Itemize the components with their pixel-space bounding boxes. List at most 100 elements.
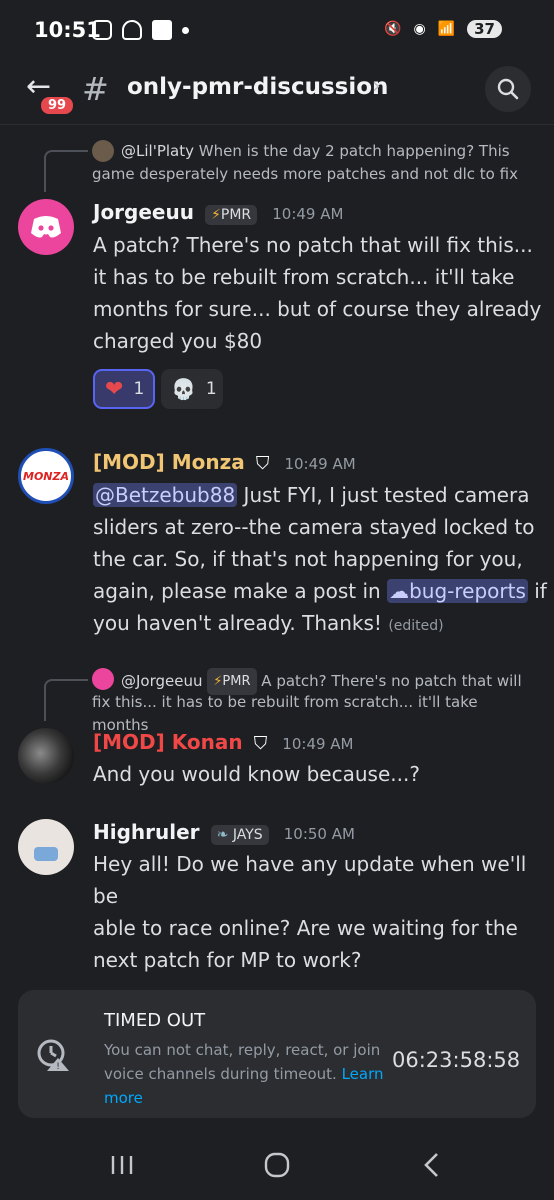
timestamp: 10:50 AM	[283, 825, 355, 843]
server-tag[interactable]: ❧ JAYS	[210, 824, 269, 845]
system-icons: 🔇 ◉ 📶 37	[384, 20, 502, 38]
message-line: the car. So, if that's not happening for…	[93, 547, 523, 571]
snapchat-icon	[122, 20, 142, 40]
timeout-description: You can not chat, reply, react, or join …	[104, 1038, 394, 1110]
timeout-notice: ! TIMED OUT You can not chat, reply, rea…	[18, 990, 536, 1118]
wifi-icon: 📶	[437, 21, 456, 37]
location-icon: ◉	[413, 21, 426, 37]
search-icon	[497, 78, 519, 100]
reply-connector	[44, 150, 88, 192]
channel-hash-icon: #	[82, 70, 109, 108]
back-nav-icon[interactable]	[422, 1152, 440, 1178]
discord-logo-icon	[31, 216, 61, 238]
edited-label: (edited)	[388, 618, 444, 634]
message-body: Hey all! Do we have any update when we'l…	[93, 848, 548, 976]
message-header: [MOD] Monza ⛉ 10:49 AM	[93, 450, 356, 474]
reply-text: A patch? There's no patch that will	[261, 672, 522, 690]
username[interactable]: Highruler	[93, 820, 200, 844]
monza-logo-text: MONZA	[23, 469, 69, 483]
leaf-icon: ❧	[216, 826, 229, 843]
message-header: Jorgeeuu ⚡PMR 10:49 AM	[93, 200, 343, 225]
message-body: And you would know because...?	[93, 758, 543, 790]
battery-indicator: 37	[467, 20, 502, 38]
reply-text-cont: game desperately needs more patches and …	[92, 165, 518, 183]
channel-name[interactable]: only-pmr-discussion	[127, 74, 388, 100]
reaction-skull[interactable]: 💀 1	[161, 369, 223, 409]
message-line: Hey all! Do we have any update when we'l…	[93, 852, 527, 908]
skull-emoji-icon: 💀	[171, 377, 196, 401]
message-line: you haven't already. Thanks! (edited)	[93, 607, 548, 642]
message-line: A patch? There's no patch that will fix …	[93, 233, 533, 257]
message-text: Just FYI, I just tested camera	[243, 483, 530, 507]
reply-avatar	[92, 140, 114, 162]
espn-icon	[152, 20, 172, 40]
recents-icon[interactable]	[110, 1154, 134, 1176]
message-line: @Betzebub88 Just FYI, I just tested came…	[93, 479, 548, 511]
message-line: charged you $80	[93, 329, 263, 353]
username[interactable]: Jorgeeuu	[93, 200, 194, 224]
avatar[interactable]	[18, 819, 74, 875]
status-time: 10:51	[34, 18, 101, 42]
chevron-right-icon[interactable]: ›	[372, 74, 381, 99]
reply-text: When is the day 2 patch happening? This	[198, 142, 510, 160]
message-body: @Betzebub88 Just FYI, I just tested came…	[93, 479, 548, 642]
username[interactable]: [MOD] Monza	[93, 450, 245, 474]
message-line: able to race online? Are we waiting for …	[93, 916, 518, 940]
reply-connector	[44, 679, 88, 721]
message-header: [MOD] Konan ⛉ 10:49 AM	[93, 730, 354, 754]
screenshot-icon	[92, 20, 112, 40]
server-tag[interactable]: ⚡PMR	[205, 204, 258, 225]
heart-emoji-icon: ❤	[105, 376, 124, 402]
mute-icon: 🔇	[384, 21, 402, 37]
reply-preview[interactable]: @Lil'Platy When is the day 2 patch happe…	[121, 140, 531, 163]
reaction-count: 1	[205, 379, 217, 399]
message-text: if	[534, 579, 547, 603]
avatar[interactable]	[18, 199, 74, 255]
moderator-shield-icon: ⛉	[253, 733, 268, 754]
message-line: again, please make a post in ☁bug-report…	[93, 575, 548, 607]
tag-label: PMR	[220, 206, 252, 223]
status-bar: 10:51 🔇 ◉ 📶 37	[0, 0, 554, 62]
message-line: sliders at zero--the camera stayed locke…	[93, 515, 535, 539]
channel-mention-label: bug-reports	[409, 579, 526, 603]
tag-label: JAYS	[232, 826, 263, 843]
user-mention[interactable]: @Betzebub88	[93, 483, 238, 507]
message-text: again, please make a post in	[93, 579, 381, 603]
system-nav-bar	[0, 1140, 554, 1200]
home-icon[interactable]	[264, 1152, 290, 1178]
reply-author: @Lil'Platy	[121, 142, 194, 160]
moderator-shield-icon: ⛉	[255, 453, 270, 474]
reaction-heart[interactable]: ❤ 1	[93, 369, 155, 409]
mask-shape	[34, 847, 58, 861]
message-line: And you would know because...?	[93, 762, 420, 786]
bolt-icon: ⚡	[211, 206, 221, 223]
reaction-count: 1	[133, 379, 145, 399]
timeout-text: You can not chat, reply, react, or join …	[104, 1041, 381, 1083]
more-notifications-icon	[182, 27, 189, 34]
tag-label: PMR	[222, 674, 251, 689]
channel-header: ← 99 # only-pmr-discussion ›	[0, 62, 554, 125]
timeout-countdown: 06:23:58:58	[392, 1048, 521, 1072]
timeout-clock-icon: !	[37, 1039, 69, 1072]
svg-text:!: !	[56, 1062, 60, 1072]
message-body: A patch? There's no patch that will fix …	[93, 229, 543, 357]
message-line: it has to be rebuilt from scratch... it'…	[93, 265, 515, 289]
message-text: you haven't already. Thanks!	[93, 611, 382, 635]
timestamp: 10:49 AM	[284, 455, 356, 473]
notification-icons	[92, 20, 189, 40]
reply-author: @Jorgeeuu	[121, 672, 203, 690]
channel-mention[interactable]: ☁bug-reports	[387, 579, 528, 603]
unread-badge: 99	[38, 94, 77, 117]
message-line: next patch for MP to work?	[93, 948, 362, 972]
avatar[interactable]	[18, 728, 74, 784]
reply-avatar	[92, 668, 114, 690]
timeout-title: TIMED OUT	[104, 1010, 206, 1031]
search-button[interactable]	[485, 66, 531, 112]
username[interactable]: [MOD] Konan	[93, 730, 243, 754]
timestamp: 10:49 AM	[272, 205, 344, 223]
timestamp: 10:49 AM	[282, 735, 354, 753]
message-header: Highruler ❧ JAYS 10:50 AM	[93, 820, 355, 845]
forum-channel-icon: ☁	[389, 579, 410, 603]
avatar[interactable]: MONZA	[18, 448, 74, 504]
message-line: months for sure... but of course they al…	[93, 297, 542, 321]
